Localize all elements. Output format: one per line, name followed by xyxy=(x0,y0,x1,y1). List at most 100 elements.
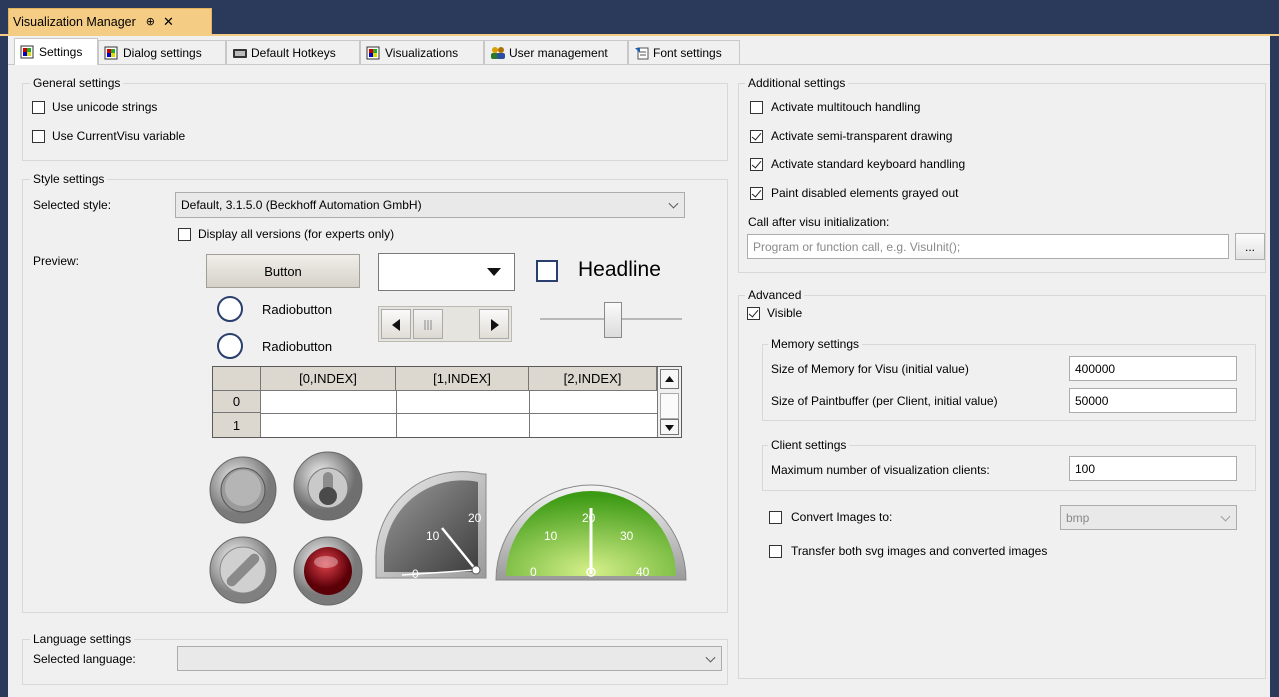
selected-style-label: Selected style: xyxy=(33,198,112,212)
tab-visualizations-label: Visualizations xyxy=(385,45,459,60)
transfer-both-checkbox[interactable] xyxy=(769,545,782,558)
visu-memory-label: Size of Memory for Visu (initial value) xyxy=(771,362,969,376)
memory-settings-title: Memory settings xyxy=(768,337,863,351)
max-clients-label: Maximum number of visualization clients: xyxy=(771,463,990,477)
general-settings-group xyxy=(22,83,728,161)
table-row-header: 1 xyxy=(213,413,261,437)
table-row-text: 0 xyxy=(232,394,241,409)
keyboard-handling-label: Activate standard keyboard handling xyxy=(771,157,966,171)
preview-headline: Headline xyxy=(578,258,661,281)
chevron-down-icon xyxy=(1220,511,1231,522)
right-frame xyxy=(1270,36,1279,697)
table-header-cell: [2,INDEX] xyxy=(529,367,657,391)
tab-strip-line xyxy=(8,64,1270,65)
convert-format-value: bmp xyxy=(1066,510,1090,525)
arrow-left-icon xyxy=(392,319,400,331)
arrow-up-icon xyxy=(665,376,674,382)
gauge1-tick: 10 xyxy=(426,529,440,543)
convert-images-label: Convert Images to: xyxy=(791,510,893,524)
tab-user-management-label: User management xyxy=(509,45,608,60)
display-all-versions-checkbox[interactable] xyxy=(178,228,191,241)
paintbuffer-label: Size of Paintbuffer (per Client, initial… xyxy=(771,394,998,408)
gauge2-tick: 20 xyxy=(582,511,596,525)
selected-style-value: Default, 3.1.5.0 (Beckhoff Automation Gm… xyxy=(181,198,422,212)
table-header-text: [0,INDEX] xyxy=(299,371,357,386)
rotary-switch-icon xyxy=(209,536,277,604)
gauge2-tick: 30 xyxy=(620,529,634,543)
max-clients-input[interactable]: 100 xyxy=(1069,456,1237,481)
paint-disabled-checkbox[interactable] xyxy=(750,187,763,200)
convert-images-checkbox[interactable] xyxy=(769,511,782,524)
keyboard-handling-checkbox[interactable] xyxy=(750,158,763,171)
preview-button-label: Button xyxy=(264,263,302,279)
visu-memory-input[interactable]: 400000 xyxy=(1069,356,1237,381)
half-gauge-icon: 0 10 20 30 40 xyxy=(495,484,687,581)
semitransparent-label: Activate semi-transparent drawing xyxy=(771,129,953,143)
multitouch-label: Activate multitouch handling xyxy=(771,100,921,114)
table-header-text: [1,INDEX] xyxy=(433,371,491,386)
preview-scrollbar xyxy=(378,306,512,342)
toggle-switch-icon xyxy=(293,451,363,521)
close-icon[interactable]: ✕ xyxy=(163,14,174,30)
chevron-down-icon xyxy=(668,198,679,209)
table-row-header: 0 xyxy=(213,391,261,413)
paint-disabled-label: Paint disabled elements grayed out xyxy=(771,186,959,200)
selected-style-combo[interactable]: Default, 3.1.5.0 (Beckhoff Automation Gm… xyxy=(175,192,685,218)
scroll-right-button xyxy=(479,309,509,339)
settings-icon xyxy=(20,45,34,59)
preview-checkbox xyxy=(536,260,558,282)
document-tab[interactable]: Visualization Manager ⊕ ✕ xyxy=(8,8,212,34)
tab-settings-label: Settings xyxy=(39,45,83,59)
preview-radio-2 xyxy=(217,333,243,359)
font-icon xyxy=(634,46,649,60)
advanced-title: Advanced xyxy=(745,288,805,302)
tab-default-hotkeys[interactable]: Default Hotkeys xyxy=(226,40,360,64)
language-settings-title: Language settings xyxy=(30,632,135,646)
gray-push-button-icon xyxy=(209,456,277,524)
use-unicode-checkbox[interactable] xyxy=(32,101,45,114)
selected-language-combo[interactable] xyxy=(177,646,722,671)
dropdown-arrow-icon xyxy=(487,268,501,276)
tab-font-settings[interactable]: Font settings xyxy=(628,40,740,64)
red-lamp-icon xyxy=(293,536,363,606)
keyboard-icon xyxy=(232,46,247,60)
browse-button[interactable]: ... xyxy=(1235,233,1265,260)
tab-dialog-settings[interactable]: Dialog settings xyxy=(98,40,226,64)
pin-icon[interactable]: ⊕ xyxy=(146,15,155,28)
use-unicode-label: Use unicode strings xyxy=(52,100,158,114)
table-scrollbar xyxy=(657,367,681,437)
tab-user-management[interactable]: User management xyxy=(484,40,628,64)
display-all-versions-label: Display all versions (for experts only) xyxy=(198,227,395,241)
use-currentvisu-checkbox[interactable] xyxy=(32,130,45,143)
table-header-cell: [1,INDEX] xyxy=(396,367,529,391)
visualization-icon xyxy=(366,46,380,60)
gauge2-tick: 10 xyxy=(544,529,558,543)
table-col-divider xyxy=(396,391,397,437)
additional-settings-title: Additional settings xyxy=(745,76,849,90)
call-after-init-label: Call after visu initialization: xyxy=(748,215,890,229)
general-settings-title: General settings xyxy=(30,76,124,90)
table-scroll-thumb xyxy=(660,393,679,419)
gauge1-tick: 20 xyxy=(468,511,482,525)
semitransparent-checkbox[interactable] xyxy=(750,130,763,143)
dialog-icon xyxy=(104,46,118,60)
arrow-down-icon xyxy=(665,425,674,431)
convert-format-combo[interactable]: bmp xyxy=(1060,505,1237,530)
visible-checkbox[interactable] xyxy=(747,307,760,320)
use-currentvisu-label: Use CurrentVisu variable xyxy=(52,129,186,143)
table-row-divider xyxy=(261,413,657,414)
preview-radio-2-label: Radiobutton xyxy=(262,339,333,354)
table-scroll-up xyxy=(660,369,679,389)
quarter-gauge-icon: 0 10 20 xyxy=(375,471,487,581)
preview-combobox xyxy=(378,253,515,291)
call-after-init-input[interactable]: Program or function call, e.g. VisuInit(… xyxy=(747,234,1229,259)
table-corner xyxy=(213,367,261,391)
gauge1-tick: 0 xyxy=(412,567,419,581)
tab-dialog-settings-label: Dialog settings xyxy=(123,45,202,60)
multitouch-checkbox[interactable] xyxy=(750,101,763,114)
tab-default-hotkeys-label: Default Hotkeys xyxy=(251,45,336,60)
paintbuffer-input[interactable]: 50000 xyxy=(1069,388,1237,413)
tab-visualizations[interactable]: Visualizations xyxy=(360,40,484,64)
tab-settings[interactable]: Settings xyxy=(14,38,98,65)
transfer-both-label: Transfer both svg images and converted i… xyxy=(791,544,1048,558)
